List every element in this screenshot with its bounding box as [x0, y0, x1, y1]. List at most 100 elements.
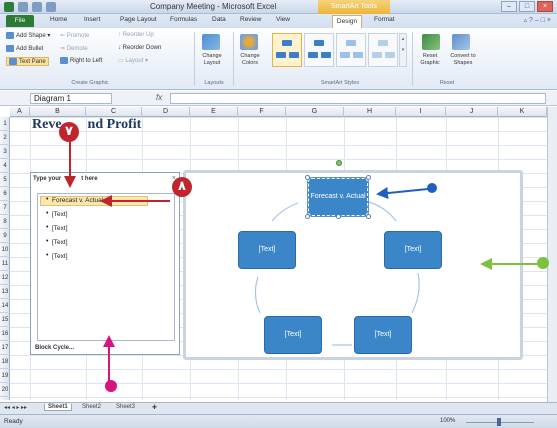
add-shape-button[interactable]: Add Shape ▾	[6, 32, 50, 39]
maximize-button[interactable]: □	[519, 1, 535, 12]
smartart-frame[interactable]: Forecast v. Actual [Text] [Text] [Text] …	[183, 160, 523, 360]
row-header[interactable]: 14	[0, 299, 10, 313]
column-header[interactable]: I	[396, 107, 446, 117]
undo-icon[interactable]	[32, 2, 42, 12]
column-header[interactable]: J	[446, 107, 498, 117]
tab-format[interactable]: Format	[374, 16, 395, 23]
add-bullet-button[interactable]: Add Bullet	[6, 45, 43, 52]
list-item[interactable]: [Text]	[52, 239, 68, 246]
save-icon[interactable]	[18, 2, 28, 12]
list-item[interactable]: [Text]	[52, 225, 68, 232]
smartart-style-1[interactable]	[272, 33, 302, 67]
row-header[interactable]: 12	[0, 271, 10, 285]
sheet-nav-icon[interactable]: ◂◂ ◂ ▸ ▸▸	[4, 404, 27, 411]
smartart-node[interactable]: [Text]	[238, 231, 296, 269]
row-header[interactable]: 7	[0, 201, 10, 215]
reorder-down-button[interactable]: ↓ Reorder Down	[118, 45, 161, 51]
row-header[interactable]: 16	[0, 327, 10, 341]
tab-file[interactable]: File	[6, 15, 34, 27]
tab-view[interactable]: View	[276, 16, 290, 23]
new-sheet-icon[interactable]: ✚	[152, 404, 157, 411]
smartart-node[interactable]: [Text]	[264, 316, 322, 354]
sheet-tab[interactable]: Sheet3	[116, 404, 135, 410]
minimize-button[interactable]: –	[501, 1, 517, 12]
change-colors-icon[interactable]	[240, 34, 258, 50]
styles-scroll-button[interactable]: ▴ ▾	[399, 33, 407, 67]
row-header[interactable]: 13	[0, 285, 10, 299]
row-header[interactable]: 3	[0, 145, 10, 159]
tab-page-layout[interactable]: Page Layout	[120, 16, 157, 23]
change-colors-button[interactable]: Change Colors	[234, 53, 266, 67]
smartart-style-2[interactable]	[304, 33, 334, 67]
change-layout-icon[interactable]	[202, 34, 220, 50]
demote-button[interactable]: ⇒ Demote	[60, 45, 88, 52]
row-header[interactable]: 19	[0, 369, 10, 383]
tab-insert[interactable]: Insert	[84, 16, 100, 23]
row-header[interactable]: 5	[0, 173, 10, 187]
reset-graphic-icon[interactable]	[422, 34, 440, 50]
column-header[interactable]: H	[344, 107, 396, 117]
tab-review[interactable]: Review	[240, 16, 261, 23]
resize-handle[interactable]	[366, 175, 371, 180]
right-to-left-button[interactable]: Right to Left	[60, 57, 102, 64]
column-header[interactable]: D	[142, 107, 190, 117]
column-header[interactable]: C	[86, 107, 142, 117]
sheet-tab[interactable]: Sheet2	[82, 404, 101, 410]
smartart-node[interactable]: [Text]	[354, 316, 412, 354]
row-header[interactable]: 11	[0, 257, 10, 271]
vertical-scrollbar[interactable]	[547, 107, 557, 402]
formula-input[interactable]	[170, 93, 546, 104]
list-item[interactable]: Forecast v. Actual	[52, 197, 103, 204]
row-header[interactable]: 18	[0, 355, 10, 369]
redo-icon[interactable]	[46, 2, 56, 12]
column-header[interactable]: F	[238, 107, 286, 117]
convert-to-shapes-button[interactable]: Convert to Shapes	[446, 53, 480, 67]
sheet-tab[interactable]: Sheet1	[44, 404, 72, 411]
text-pane-button[interactable]: Text Pane	[6, 57, 49, 67]
zoom-slider-thumb[interactable]	[497, 418, 501, 426]
row-header[interactable]: 8	[0, 215, 10, 229]
row-header[interactable]: 2	[0, 131, 10, 145]
smartart-node[interactable]: Forecast v. Actual	[307, 177, 369, 217]
reorder-up-button[interactable]: ↑ Reorder Up	[118, 32, 154, 38]
close-button[interactable]: ×	[537, 1, 553, 12]
smartart-style-4[interactable]	[368, 33, 398, 67]
row-header[interactable]: 1	[0, 117, 10, 131]
help-icon[interactable]: ▵ ? – □ ×	[524, 16, 551, 24]
resize-handle[interactable]	[305, 214, 310, 219]
column-header[interactable]: K	[498, 107, 547, 117]
column-header[interactable]: G	[286, 107, 344, 117]
column-header[interactable]: B	[30, 107, 86, 117]
smartart-style-3[interactable]	[336, 33, 366, 67]
convert-to-shapes-icon[interactable]	[452, 34, 470, 50]
tab-formulas[interactable]: Formulas	[170, 16, 197, 23]
list-item[interactable]: [Text]	[52, 211, 68, 218]
column-header[interactable]: A	[10, 107, 30, 117]
row-header[interactable]: 4	[0, 159, 10, 173]
change-layout-button[interactable]: Change Layout	[196, 53, 228, 67]
row-header[interactable]: 17	[0, 341, 10, 355]
tab-data[interactable]: Data	[212, 16, 226, 23]
zoom-level[interactable]: 100%	[440, 418, 455, 424]
resize-handle[interactable]	[366, 214, 371, 219]
tab-home[interactable]: Home	[50, 16, 67, 23]
layout-button[interactable]: ▭ Layout ▾	[118, 57, 148, 64]
list-item[interactable]: [Text]	[52, 253, 68, 260]
column-header[interactable]: E	[190, 107, 238, 117]
row-header[interactable]: 10	[0, 243, 10, 257]
row-header[interactable]: 20	[0, 383, 10, 397]
smartart-node[interactable]: [Text]	[384, 231, 442, 269]
text-pane-footer[interactable]: Block Cycle...	[35, 345, 74, 351]
row-header[interactable]: 6	[0, 187, 10, 201]
reset-graphic-button[interactable]: Reset Graphic	[414, 53, 446, 67]
promote-button[interactable]: ⇐ Promote	[60, 32, 89, 39]
resize-handle[interactable]	[336, 214, 341, 219]
row-header[interactable]: 15	[0, 313, 10, 327]
fx-icon[interactable]: fx	[156, 93, 162, 102]
resize-handle[interactable]	[305, 175, 310, 180]
sheet-title[interactable]: Reve nd Profit	[32, 117, 141, 133]
row-header[interactable]: 9	[0, 229, 10, 243]
text-pane-list[interactable]: • Forecast v. Actual • [Text] • [Text] •…	[37, 193, 175, 341]
tab-design[interactable]: Design	[332, 15, 362, 28]
rotate-handle[interactable]	[336, 160, 342, 166]
